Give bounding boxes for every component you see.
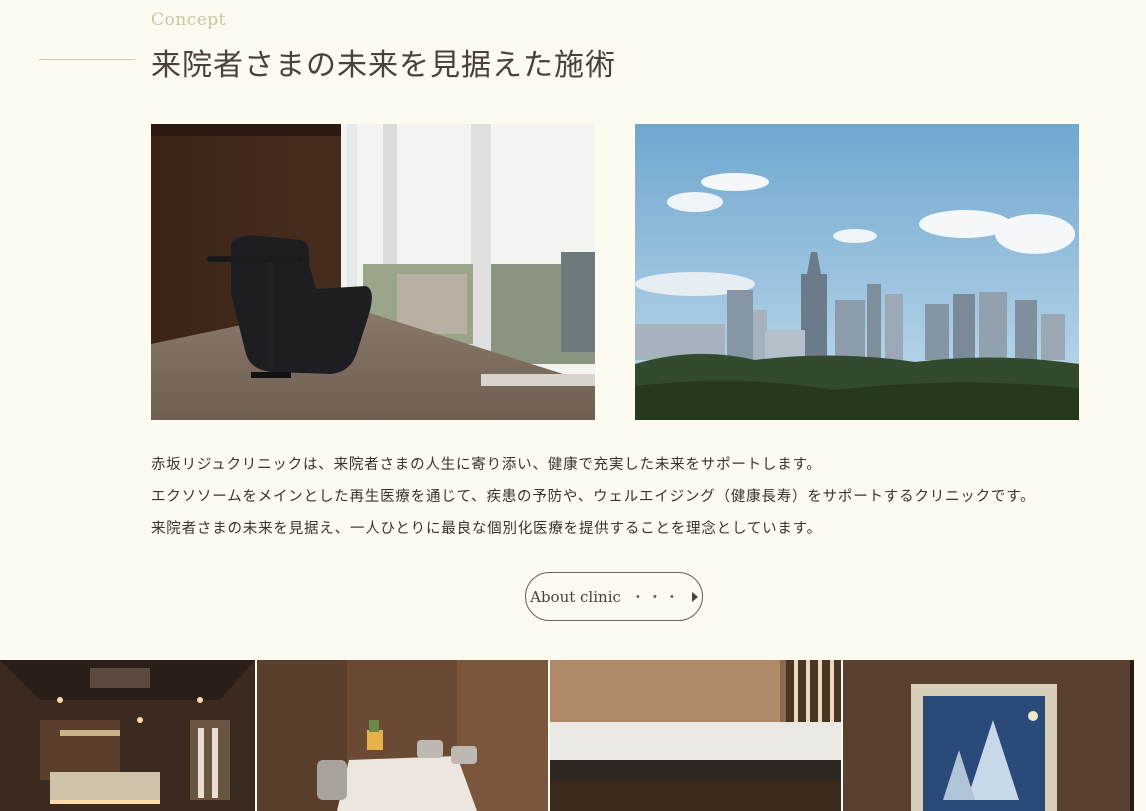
treatment-lounge-photo — [151, 124, 595, 420]
about-clinic-label: About clinic — [530, 587, 621, 606]
counter-photo — [550, 660, 841, 811]
triangle-right-icon — [691, 591, 698, 602]
city-skyline-photo — [635, 124, 1079, 420]
gallery-strip — [0, 660, 1146, 811]
about-clinic-button[interactable]: About clinic ・・・ — [525, 572, 703, 621]
artwork-photo — [843, 660, 1134, 811]
concept-eyebrow: Concept — [151, 10, 226, 30]
title-decorative-line — [39, 59, 135, 60]
concept-description: 赤坂リジュクリニックは、来院者さまの人生に寄り添い、健康で充実した未来をサポート… — [151, 449, 1111, 545]
description-line: 赤坂リジュクリニックは、来院者さまの人生に寄り添い、健康で充実した未来をサポート… — [151, 457, 822, 473]
section-title: 来院者さまの未来を見据えた施術 — [151, 48, 616, 83]
reception-photo — [0, 660, 255, 811]
consultation-room-photo — [257, 660, 548, 811]
button-dots: ・・・ — [630, 589, 682, 606]
description-line: エクソソームをメインとした再生医療を通じて、疾患の予防や、ウェルエイジング（健康… — [151, 489, 1036, 505]
description-line: 来院者さまの未来を見据え、一人ひとりに最良な個別化医療を提供することを理念として… — [151, 521, 822, 537]
